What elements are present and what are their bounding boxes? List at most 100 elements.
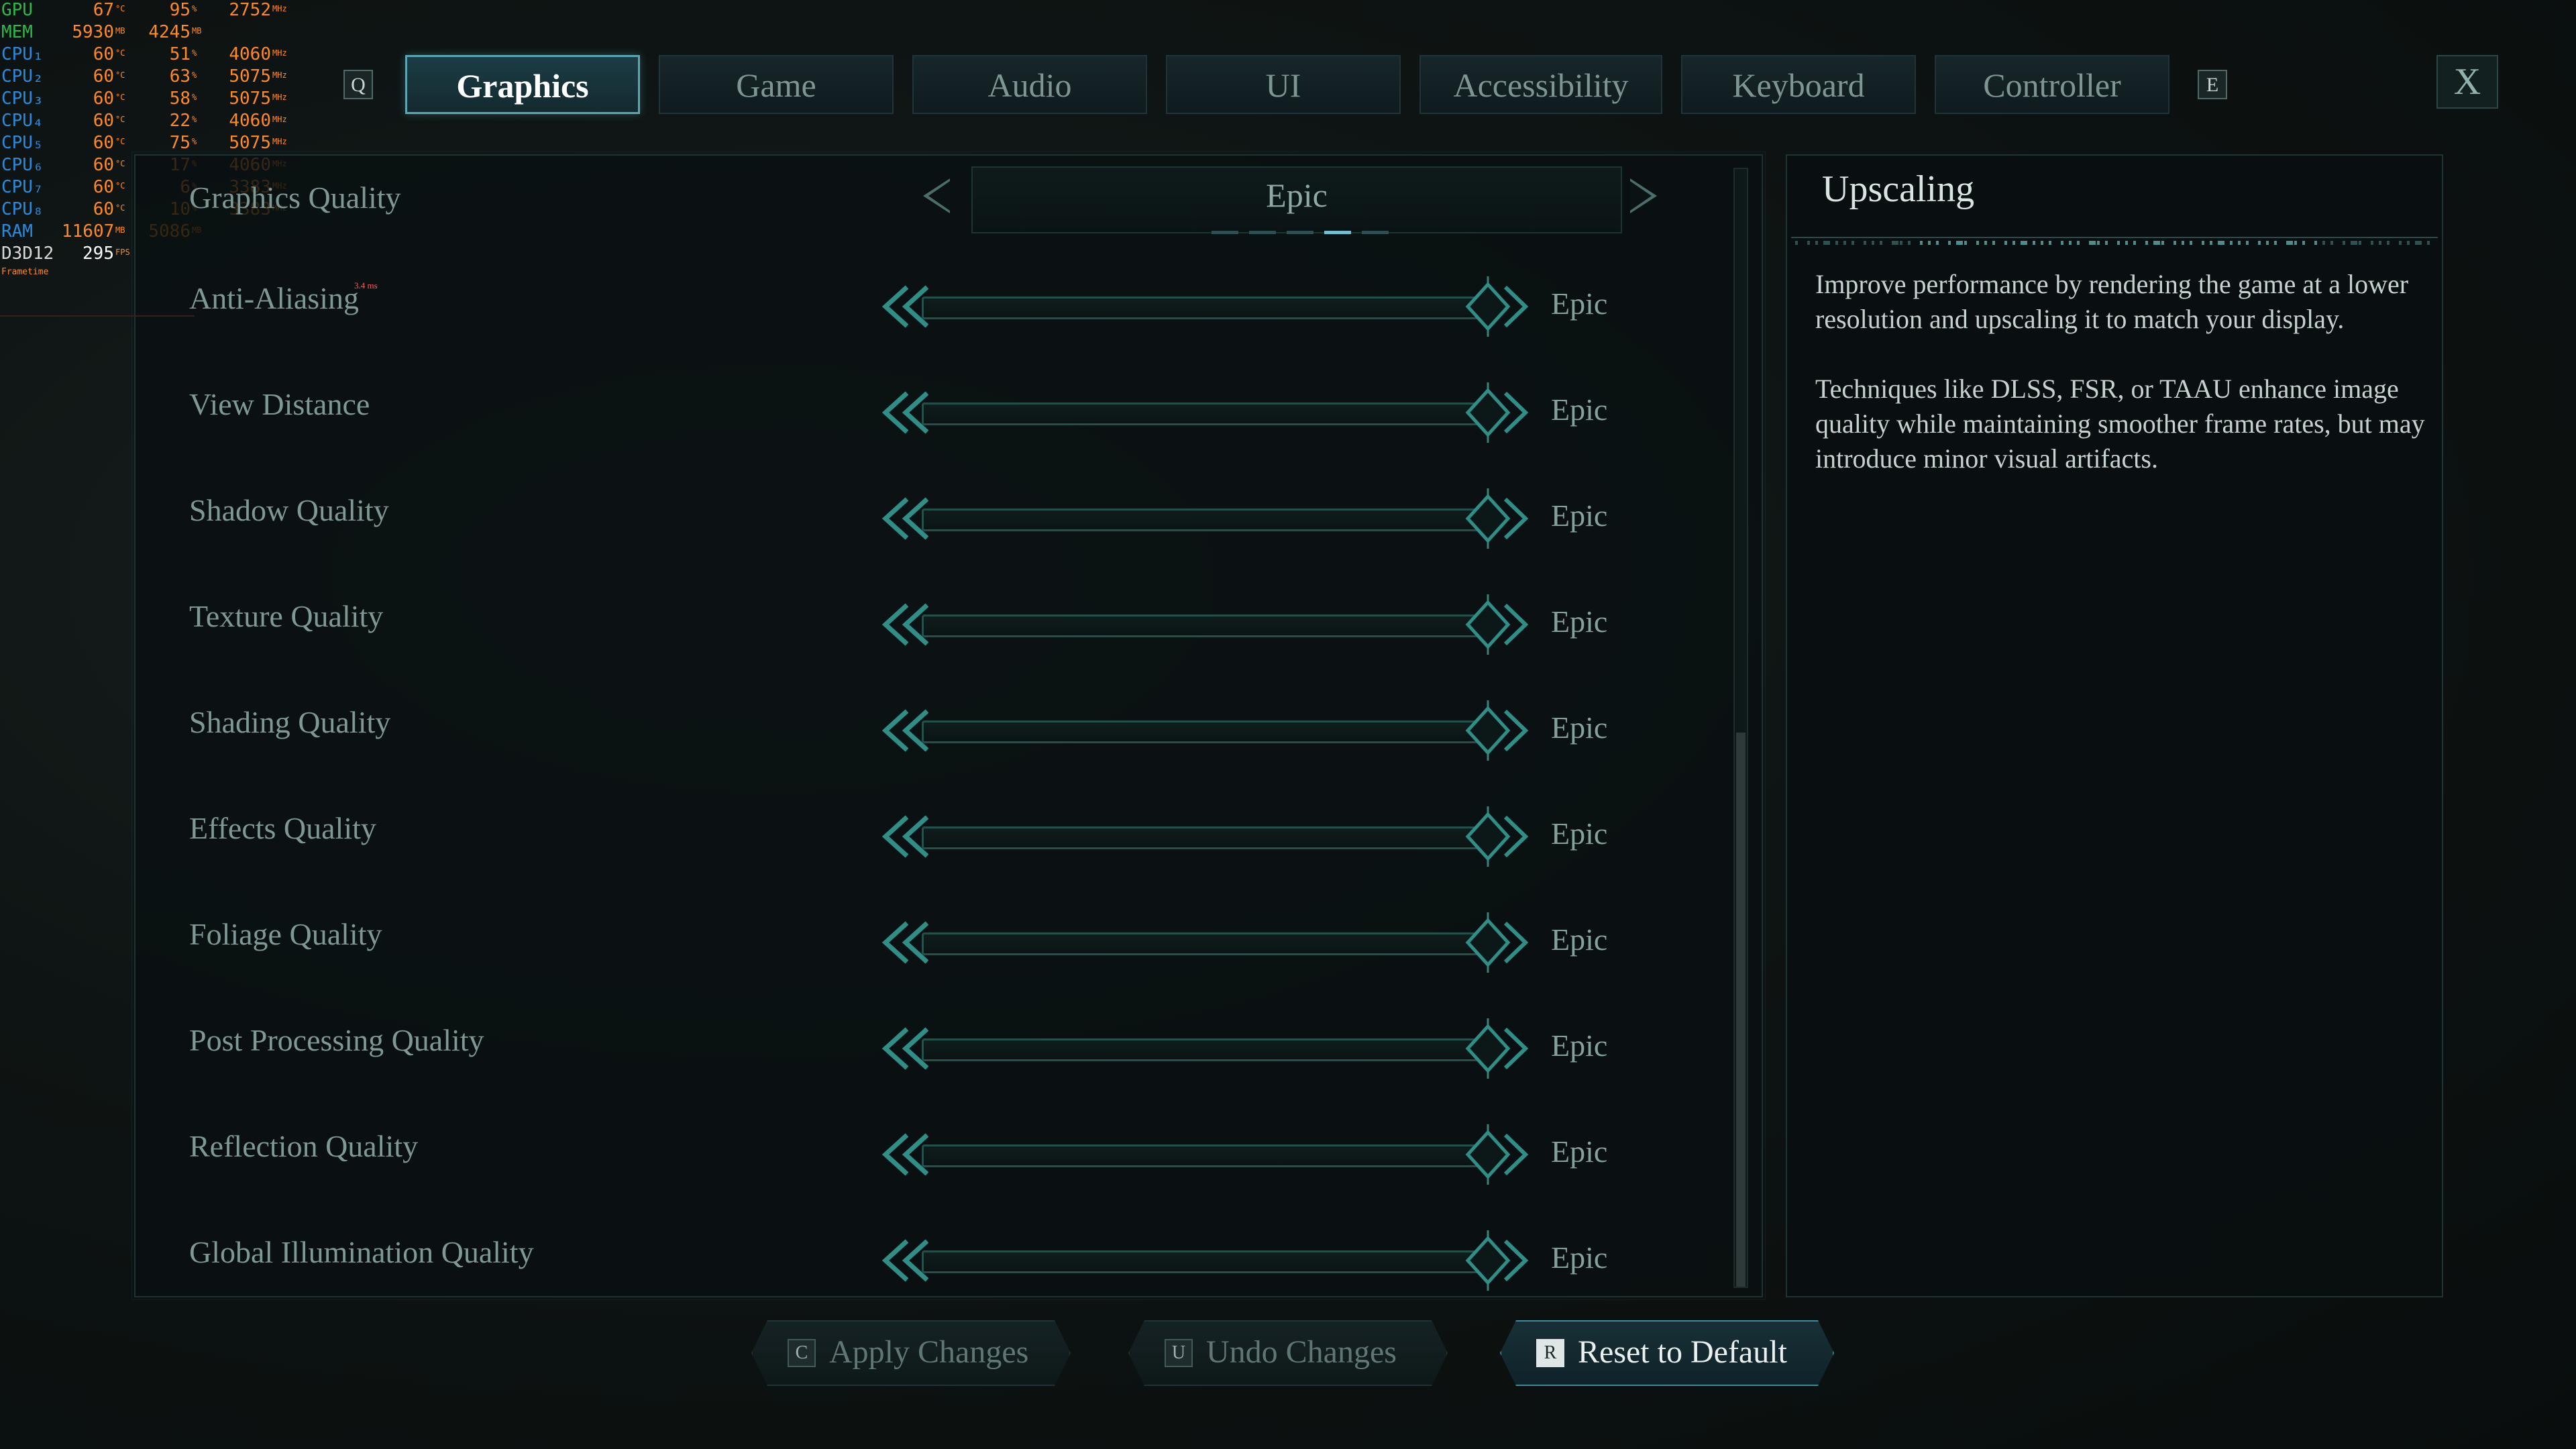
scrollbar-thumb[interactable]: [1736, 733, 1746, 1287]
tab-game[interactable]: Game: [659, 55, 894, 114]
frametime-label: Frametime: [1, 267, 49, 277]
frametime-value: 3.4 ms: [354, 280, 378, 290]
slider-track[interactable]: [922, 297, 1485, 319]
key-hint: U: [1165, 1339, 1193, 1367]
reset-to-default-button[interactable]: R Reset to Default: [1500, 1320, 1834, 1386]
hw-metric-unit: °C: [115, 181, 125, 191]
hw-metric-value: 67: [93, 0, 114, 20]
hw-metric-value: 58: [169, 89, 191, 109]
setting-value: Epic: [1551, 922, 1608, 957]
setting-value: Epic: [1551, 1240, 1608, 1275]
slider-track[interactable]: [922, 1038, 1485, 1061]
slider-handle-icon[interactable]: [1464, 276, 1531, 337]
tab-accessibility[interactable]: Accessibility: [1419, 55, 1662, 114]
info-paragraph: Techniques like DLSS, FSR, or TAAU enhan…: [1815, 374, 2425, 474]
hw-metric-value: 75: [169, 133, 191, 153]
hw-metric-value: 95: [169, 0, 191, 20]
setting-value: Epic: [1551, 1028, 1608, 1063]
hw-metric-value: 51: [169, 44, 191, 64]
setting-slider[interactable]: Epic: [880, 912, 1638, 973]
slider-handle-icon[interactable]: [1464, 912, 1531, 973]
quality-level-dot: [1249, 231, 1276, 234]
hw-metric-name: CPU₃: [1, 89, 44, 109]
setting-slider[interactable]: Epic: [880, 1230, 1638, 1291]
slider-track[interactable]: [922, 508, 1485, 531]
setting-slider[interactable]: Epic: [880, 806, 1638, 867]
slider-track[interactable]: [922, 402, 1485, 425]
setting-slider[interactable]: Epic: [880, 594, 1638, 655]
arrow-left-icon[interactable]: [923, 178, 950, 213]
hw-monitor-row: CPU₅ 60 °C 75% 5075 MHz: [0, 133, 309, 155]
hw-metric-unit: MB: [115, 26, 125, 36]
setting-slider[interactable]: Epic: [880, 700, 1638, 761]
hw-metric-value: 22: [169, 111, 191, 131]
slider-handle-icon[interactable]: [1464, 700, 1531, 761]
hw-metric-name: RAM: [1, 221, 33, 241]
tab-ui[interactable]: UI: [1166, 55, 1401, 114]
button-label: Reset to Default: [1578, 1334, 1787, 1370]
hw-metric-unit: %: [192, 4, 197, 13]
setting-slider[interactable]: Epic: [880, 276, 1638, 337]
setting-label: Foliage Quality: [189, 917, 382, 951]
hw-monitor-row: CPU₁ 60 °C 51% 4060 MHz: [0, 44, 309, 66]
graphics-quality-label: Graphics Quality: [189, 180, 401, 215]
quality-level-dot: [1287, 231, 1313, 234]
hw-monitor-row: MEM 5930 MB 4245 MB: [0, 22, 309, 44]
slider-handle-icon[interactable]: [1464, 806, 1531, 867]
next-tab-key-hint: E: [2198, 70, 2227, 99]
slider-handle-icon[interactable]: [1464, 1230, 1531, 1291]
setting-slider[interactable]: Epic: [880, 1124, 1638, 1185]
close-button[interactable]: X: [2436, 55, 2498, 109]
setting-label: Post Processing Quality: [189, 1023, 484, 1057]
slider-track[interactable]: [922, 614, 1485, 637]
hw-metric-value: 4245: [148, 22, 191, 42]
hw-metric-value: 5075: [229, 133, 271, 153]
hw-metric-name: CPU₂: [1, 66, 44, 87]
hw-metric-unit: MHz: [272, 70, 287, 80]
setting-value: Epic: [1551, 816, 1608, 851]
hw-metric-name: MEM: [1, 22, 33, 42]
hw-metric-value: 60: [93, 66, 114, 87]
setting-value: Epic: [1551, 1134, 1608, 1169]
slider-handle-icon[interactable]: [1464, 382, 1531, 443]
undo-changes-button[interactable]: U Undo Changes: [1128, 1320, 1448, 1386]
arrow-right-icon[interactable]: [1630, 178, 1657, 213]
graphics-quality-selector[interactable]: Epic: [923, 166, 1657, 234]
hw-metric-unit: °C: [115, 159, 125, 168]
slider-handle-icon[interactable]: [1464, 1124, 1531, 1185]
setting-slider[interactable]: Epic: [880, 1018, 1638, 1079]
tab-keyboard[interactable]: Keyboard: [1681, 55, 1916, 114]
settings-scrollbar[interactable]: [1733, 168, 1748, 1288]
graphics-quality-value: Epic: [1266, 176, 1328, 214]
setting-label: Reflection Quality: [189, 1129, 419, 1163]
apply-changes-button[interactable]: C Apply Changes: [751, 1320, 1071, 1386]
setting-info-panel: Upscaling Improve performance by renderi…: [1786, 154, 2443, 1297]
setting-value: Epic: [1551, 710, 1608, 745]
setting-value: Epic: [1551, 498, 1608, 533]
setting-label: Shading Quality: [189, 705, 391, 739]
slider-track[interactable]: [922, 826, 1485, 849]
slider-handle-icon[interactable]: [1464, 1018, 1531, 1079]
slider-handle-icon[interactable]: [1464, 594, 1531, 655]
hw-metric-unit: °C: [115, 93, 125, 102]
slider-track[interactable]: [922, 1144, 1485, 1167]
hw-metric-unit: °C: [115, 4, 125, 13]
slider-track[interactable]: [922, 1250, 1485, 1273]
quality-level-dot: [1212, 231, 1238, 234]
hw-metric-unit: MB: [192, 26, 202, 36]
key-hint: R: [1536, 1339, 1564, 1367]
tab-audio[interactable]: Audio: [912, 55, 1147, 114]
hw-monitor-row: GPU 67 °C 95% 2752 MHz: [0, 0, 309, 22]
tab-controller[interactable]: Controller: [1935, 55, 2169, 114]
setting-slider[interactable]: Epic: [880, 382, 1638, 443]
slider-handle-icon[interactable]: [1464, 488, 1531, 549]
hw-monitor-row: CPU₄ 60 °C 22% 4060 MHz: [0, 111, 309, 133]
info-description: Improve performance by rendering the gam…: [1815, 267, 2427, 511]
slider-track[interactable]: [922, 720, 1485, 743]
setting-slider[interactable]: Epic: [880, 488, 1638, 549]
tab-graphics[interactable]: Graphics: [405, 55, 640, 114]
slider-track[interactable]: [922, 932, 1485, 955]
hw-metric-unit: MHz: [272, 4, 287, 13]
hw-metric-unit: MHz: [272, 93, 287, 102]
hw-metric-name: D3D12: [1, 244, 54, 264]
